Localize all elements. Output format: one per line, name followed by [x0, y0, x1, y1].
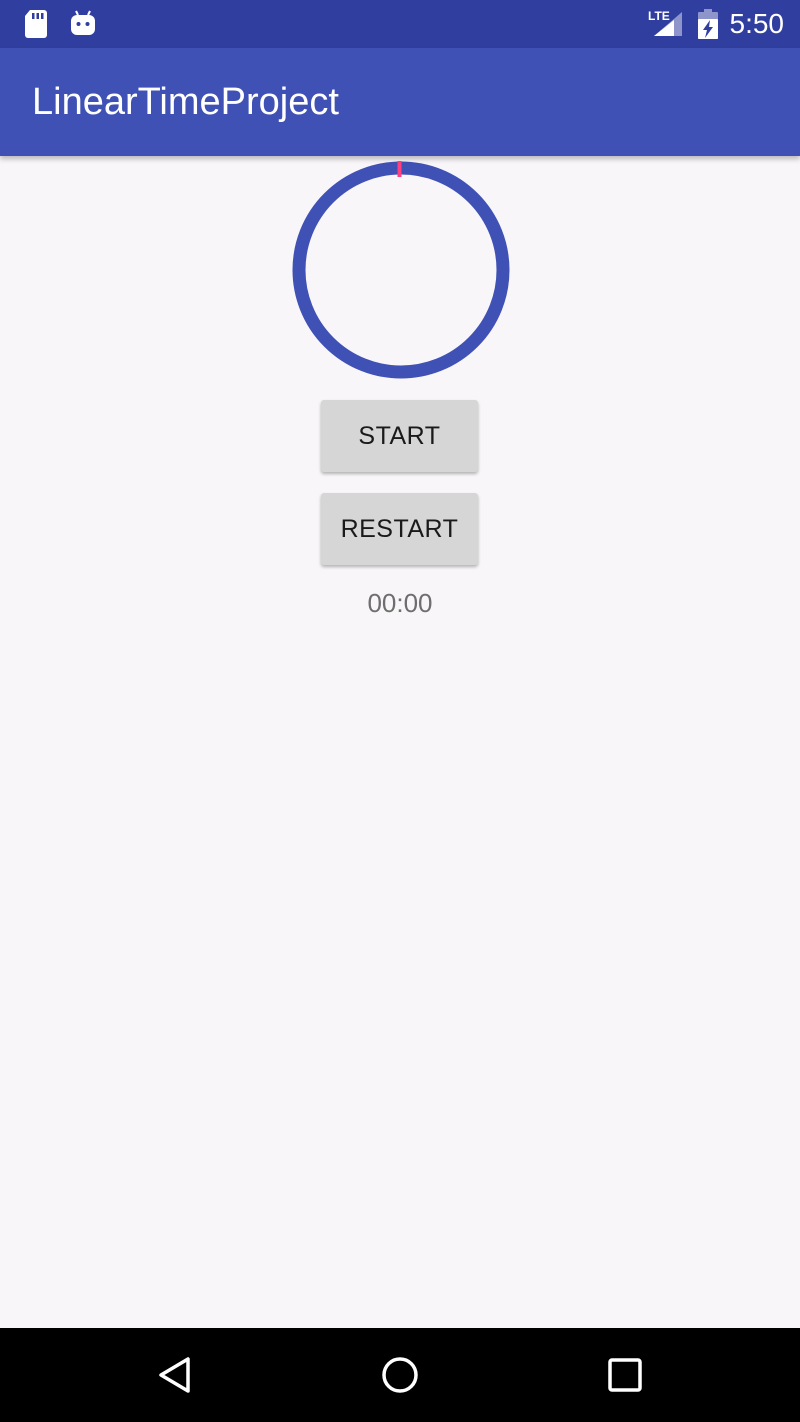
signal-icon — [654, 12, 682, 36]
status-clock: 5:50 — [729, 8, 785, 39]
navigation-bar — [0, 1328, 800, 1422]
app-bar: LinearTimeProject — [0, 48, 800, 156]
battery-icon — [698, 9, 718, 39]
timer-progress-ring — [292, 161, 510, 379]
restart-button[interactable]: RESTART — [321, 493, 478, 565]
timer-ring-track — [292, 161, 510, 379]
timer-progress-marker — [397, 161, 402, 177]
home-icon[interactable] — [378, 1353, 422, 1397]
android-icon — [71, 10, 95, 35]
recents-icon[interactable] — [603, 1353, 647, 1397]
status-bar: LTE 5:50 — [0, 0, 800, 48]
start-button[interactable]: START — [321, 400, 478, 472]
elapsed-time-display: 00:00 — [367, 588, 433, 618]
app-title: LinearTimeProject — [32, 81, 339, 123]
sd-card-icon — [25, 10, 47, 38]
back-icon[interactable] — [154, 1353, 198, 1397]
